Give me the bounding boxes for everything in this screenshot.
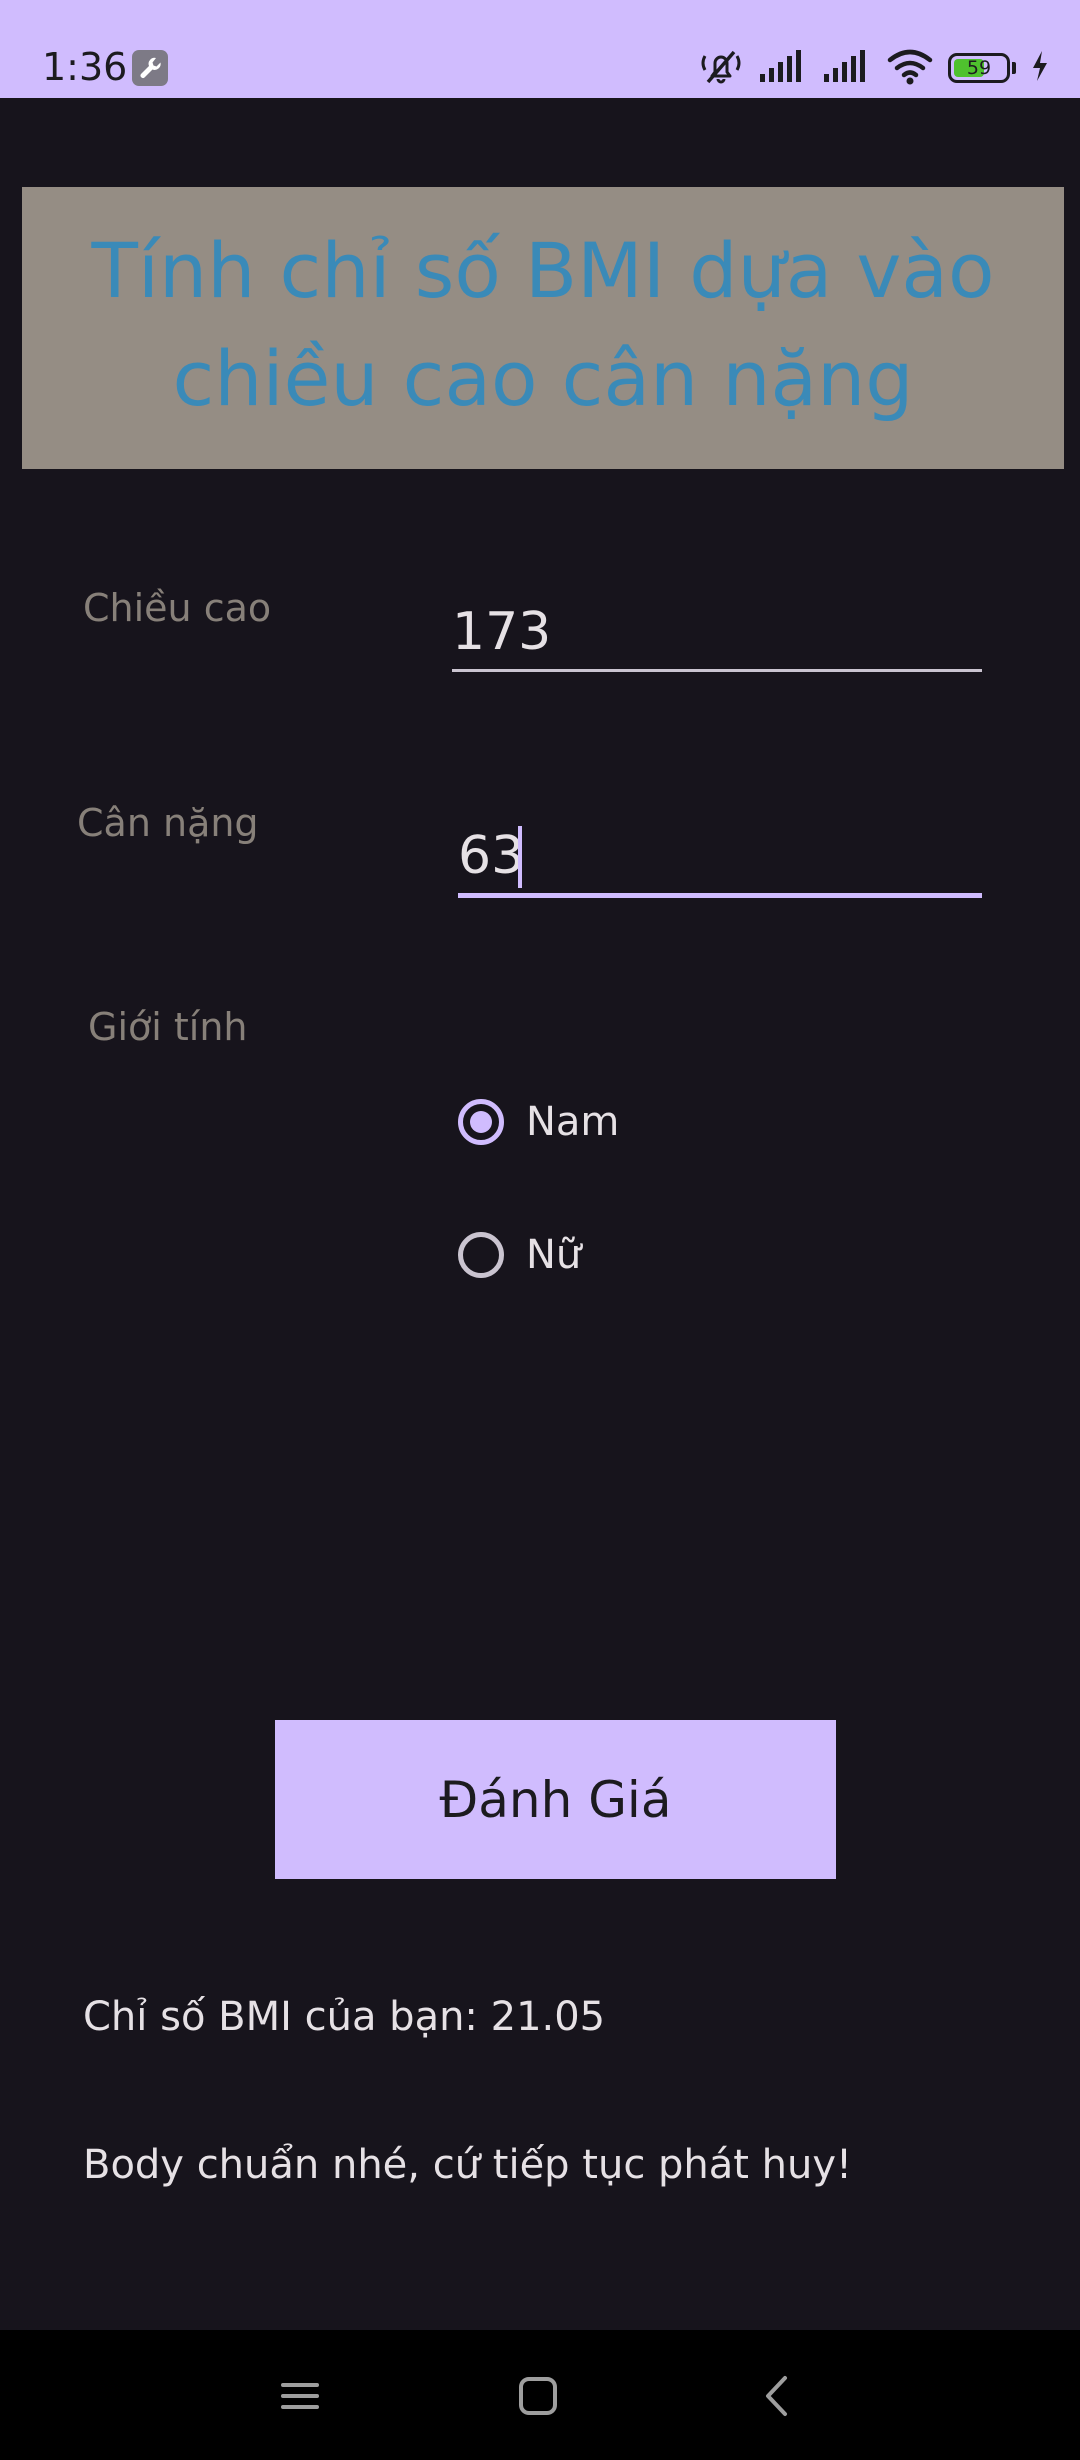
header-banner: Tính chỉ số BMI dựa vào chiều cao cân nặ… xyxy=(22,187,1064,469)
bmi-result-text: Chỉ số BMI của bạn: 21.05 xyxy=(83,1994,606,2040)
navigation-bar xyxy=(0,2330,1080,2460)
signal-icon xyxy=(822,48,872,88)
page-title: Tính chỉ số BMI dựa vào chiều cao cân nặ… xyxy=(91,226,995,423)
weight-input-underline xyxy=(458,893,982,898)
radio-label-nu[interactable]: Nữ xyxy=(526,1231,581,1279)
battery-icon: 59 xyxy=(948,53,1010,83)
height-label: Chiều cao xyxy=(83,586,272,630)
weight-label: Cân nặng xyxy=(77,801,259,845)
radio-dot xyxy=(470,1111,492,1133)
mute-icon xyxy=(698,46,744,90)
radio-checked-icon[interactable] xyxy=(458,1099,504,1145)
wrench-icon xyxy=(132,50,168,86)
status-bar: 1:36 59 xyxy=(0,0,1080,98)
text-cursor xyxy=(518,826,522,888)
signal-icon xyxy=(758,48,808,88)
gender-label: Giới tính xyxy=(88,1005,248,1049)
wifi-icon xyxy=(886,47,934,89)
radio-unchecked-icon[interactable] xyxy=(458,1232,504,1278)
home-icon[interactable] xyxy=(508,2366,568,2426)
battery-level: 59 xyxy=(966,57,992,79)
charging-icon xyxy=(1030,49,1050,87)
status-icons: 59 xyxy=(698,48,1050,88)
radio-option-nu[interactable]: Nữ xyxy=(458,1231,581,1279)
weight-input[interactable] xyxy=(458,820,982,892)
menu-icon[interactable] xyxy=(270,2366,330,2426)
radio-option-nam[interactable]: Nam xyxy=(458,1098,619,1146)
battery-cap xyxy=(1012,62,1016,74)
status-time: 1:36 xyxy=(42,45,128,89)
radio-label-nam[interactable]: Nam xyxy=(526,1098,619,1146)
height-input[interactable] xyxy=(452,596,982,668)
back-icon[interactable] xyxy=(748,2366,808,2426)
bmi-message-text: Body chuẩn nhé, cứ tiếp tục phát huy! xyxy=(83,2142,853,2188)
evaluate-button[interactable]: Đánh Giá xyxy=(275,1720,836,1879)
height-input-underline xyxy=(452,669,982,672)
